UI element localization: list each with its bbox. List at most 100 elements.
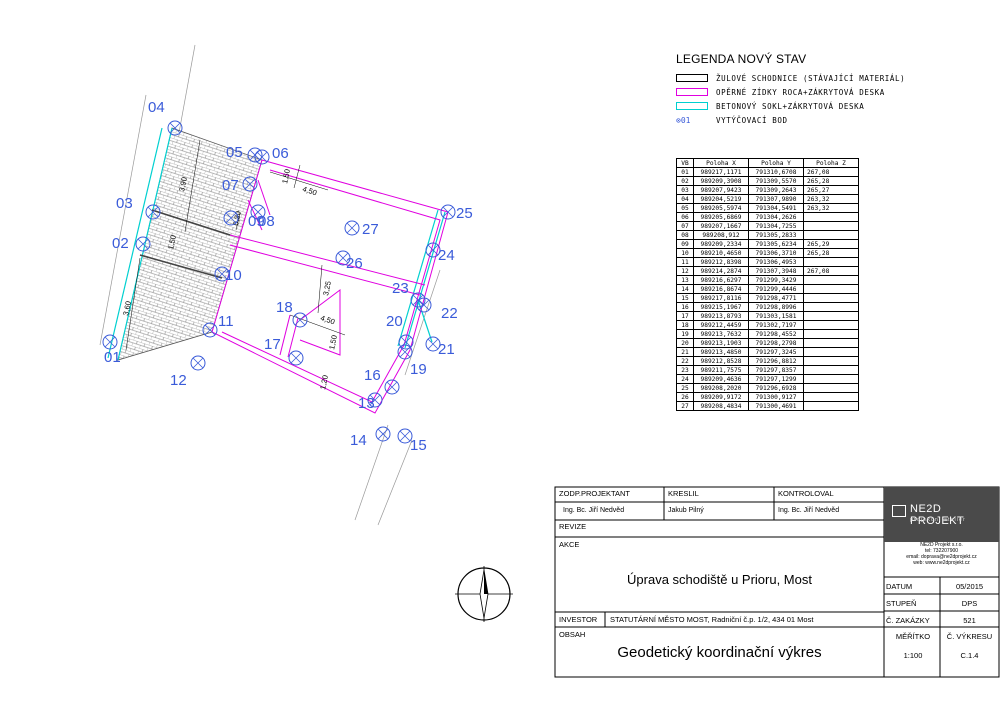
table-cell: 989213,8793 (693, 311, 749, 321)
action-label: AKCE (559, 540, 580, 549)
table-cell: 06 (676, 212, 694, 222)
legend-label: ŽULOVÉ SCHODNICE (STÁVAJÍCÍ MATERIÁL) (716, 73, 906, 83)
table-cell: 791304,7255 (748, 221, 804, 231)
table-row: 12 989214,2874 791307,3948 267,08 (676, 266, 859, 276)
table-cell: 791305,6234 (748, 239, 804, 249)
column-header: VB (676, 158, 694, 168)
point-label: 14 (350, 432, 367, 449)
table-cell: 265,29 (803, 239, 859, 249)
table-cell: 03 (676, 185, 694, 195)
table-cell: 26 (676, 392, 694, 402)
legend-item-plinth: BETONOVÝ SOKL+ZÁKRYTOVÁ DESKA (676, 100, 864, 112)
table-row: 23 989211,7575 791297,8357 (676, 365, 859, 375)
table-cell (803, 293, 859, 303)
table-cell: 11 (676, 257, 694, 267)
point-label: 09 (248, 213, 265, 230)
setting-out-point-15: 15 (397, 428, 427, 454)
table-cell: 24 (676, 374, 694, 384)
table-cell: 07 (676, 221, 694, 231)
point-label: 11 (218, 313, 234, 330)
table-cell: 01 (676, 167, 694, 177)
point-label: 27 (362, 221, 379, 238)
table-cell: 265,28 (803, 176, 859, 186)
table-cell: 14 (676, 284, 694, 294)
logo-subtitle: projekční ateliér (910, 517, 966, 523)
table-cell: 791309,2643 (748, 185, 804, 195)
table-cell: 989209,9172 (693, 392, 749, 402)
table-cell: 989217,8116 (693, 293, 749, 303)
stage-value: DPS (961, 599, 978, 608)
coordinates-table: VB Poloha X Poloha Y Poloha Z 01 989217,1… (676, 158, 859, 411)
table-cell: 791304,2626 (748, 212, 804, 222)
point-cross (346, 222, 358, 234)
legend-label: OPĚRNÉ ZÍDKY ROCA+ZÁKRYTOVÁ DESKA (716, 87, 885, 97)
table-cell: 989204,5219 (693, 194, 749, 204)
table-cell: 989205,5974 (693, 203, 749, 213)
table-cell: 19 (676, 329, 694, 339)
point-cross (386, 381, 398, 393)
table-row: 06 989205,6869 791304,2626 (676, 212, 859, 222)
table-cell: 791297,1299 (748, 374, 804, 384)
table-header-row: VB Poloha X Poloha Y Poloha Z (676, 158, 859, 168)
north-arrow-icon (455, 566, 513, 622)
revision-label: REVIZE (559, 522, 587, 531)
table-cell: 989216,6297 (693, 275, 749, 285)
table-cell: 267,08 (803, 167, 859, 177)
table-cell: 989213,7632 (693, 329, 749, 339)
table-cell (803, 338, 859, 348)
point-label: 19 (410, 361, 427, 378)
dim-label: 1,50 (327, 334, 339, 350)
table-row: 14 989216,8674 791299,4446 (676, 284, 859, 294)
table-cell: 791298,4552 (748, 329, 804, 339)
setting-out-point-12: 12 (170, 355, 206, 389)
legend: LEGENDA NOVÝ STAV ŽULOVÉ SCHODNICE (STÁV… (676, 52, 916, 125)
table-cell: 989208,4834 (693, 401, 749, 411)
drawing-number-value: C.1.4 (960, 651, 979, 660)
order-value: 521 (963, 616, 976, 625)
setting-out-point-13: 13 (358, 392, 383, 412)
table-row: 01 989217,1171 791310,6708 267,08 (676, 167, 859, 177)
table-row: 27 989208,4834 791300,4691 (676, 401, 859, 411)
point-label: 26 (346, 255, 363, 272)
table-cell: 791299,3429 (748, 275, 804, 285)
table-cell: 791300,9127 (748, 392, 804, 402)
granite-stairs-area (117, 127, 263, 361)
table-cell: 791306,4953 (748, 257, 804, 267)
point-cross (290, 352, 302, 364)
table-cell: 791297,8357 (748, 365, 804, 375)
company-logo: NE2D PROJEKT projekční ateliér (884, 487, 999, 542)
point-cross (377, 428, 389, 440)
table-cell: 989214,2874 (693, 266, 749, 276)
point-label: 07 (222, 177, 239, 194)
table-cell: 989216,8674 (693, 284, 749, 294)
setting-out-point-20: 20 (386, 313, 414, 350)
content-label: OBSAH (559, 630, 586, 639)
action-value: Úprava schodiště u Prioru, Most (627, 572, 812, 587)
table-cell (803, 284, 859, 294)
setting-out-point-21: 21 (425, 336, 455, 358)
table-cell (803, 392, 859, 402)
table-cell (803, 275, 859, 285)
table-cell (803, 302, 859, 312)
table-cell: 989217,1171 (693, 167, 749, 177)
table-cell: 791296,6928 (748, 383, 804, 393)
table-cell: 791296,8812 (748, 356, 804, 366)
legend-item-point: ⊗01 VYTÝČOVACÍ BOD (676, 114, 788, 126)
column-header: Poloha Z (803, 158, 859, 168)
table-cell: 989208,912 (693, 230, 749, 240)
point-label: 21 (438, 341, 455, 358)
table-row: 15 989217,8116 791298,4771 (676, 293, 859, 303)
setting-out-point-19: 19 (397, 344, 427, 378)
point-cross (418, 299, 430, 311)
table-cell: 265,28 (803, 248, 859, 258)
table-cell: 791299,4446 (748, 284, 804, 294)
table-cell: 989211,7575 (693, 365, 749, 375)
table-cell: 263,32 (803, 194, 859, 204)
point-cross (427, 338, 439, 350)
point-label: 24 (438, 247, 455, 264)
scale-label: MĚŘÍTKO (895, 632, 931, 641)
table-cell: 989209,3908 (693, 176, 749, 186)
table-cell: 791304,5491 (748, 203, 804, 213)
table-cell: 791310,6708 (748, 167, 804, 177)
table-cell: 989215,1967 (693, 302, 749, 312)
